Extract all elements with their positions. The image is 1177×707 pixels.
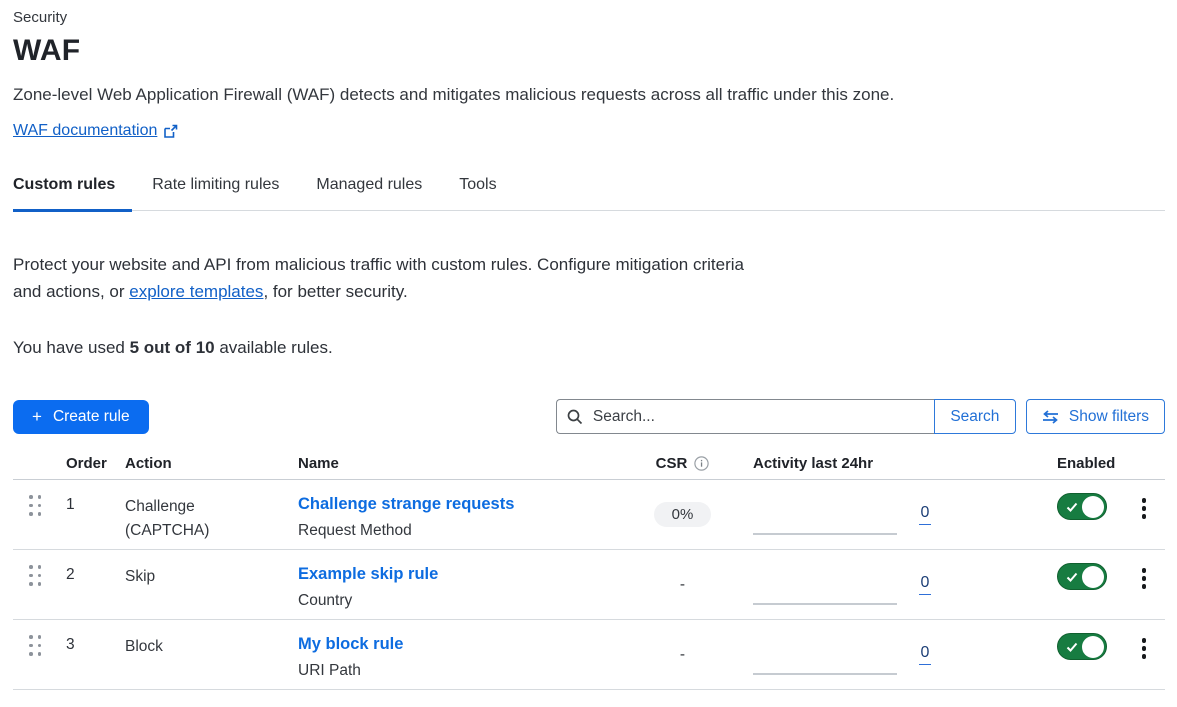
header-enabled: Enabled xyxy=(945,455,1123,472)
page-description: Zone-level Web Application Firewall (WAF… xyxy=(13,85,1165,105)
rule-menu-cell xyxy=(1123,480,1165,549)
table-row: 2 Skip Example skip rule Country - 0 xyxy=(13,550,1165,620)
activity-count-link[interactable]: 0 xyxy=(919,504,932,525)
search-button[interactable]: Search xyxy=(934,399,1016,434)
search-input[interactable] xyxy=(591,407,924,427)
explore-templates-link[interactable]: explore templates xyxy=(129,282,263,301)
enabled-toggle[interactable] xyxy=(1057,563,1107,590)
waf-page: Security WAF Zone-level Web Application … xyxy=(0,0,1177,690)
usage-count: 5 out of 10 xyxy=(130,338,215,357)
rule-field: Request Method xyxy=(298,521,630,541)
rule-name-link[interactable]: Example skip rule xyxy=(298,563,438,585)
header-count-spacer xyxy=(905,455,945,472)
rule-csr: 0% xyxy=(630,480,735,549)
csr-badge: 0% xyxy=(654,502,712,527)
drag-handle-icon[interactable] xyxy=(13,620,58,689)
toolbar-right: Search Show filters xyxy=(556,399,1165,434)
kebab-menu-icon[interactable] xyxy=(1136,496,1153,549)
intro-text: Protect your website and API from malici… xyxy=(13,251,761,305)
kebab-menu-icon[interactable] xyxy=(1136,636,1153,689)
rule-activity-count-cell: 0 xyxy=(905,620,945,689)
rule-activity-sparkline xyxy=(735,480,905,549)
table-row: 3 Block My block rule URI Path - 0 xyxy=(13,620,1165,690)
page-title: WAF xyxy=(13,34,1165,68)
rule-enabled-cell xyxy=(945,480,1123,549)
tab-custom-rules[interactable]: Custom rules xyxy=(13,176,132,212)
show-filters-label: Show filters xyxy=(1069,408,1149,426)
rule-name-link[interactable]: My block rule xyxy=(298,633,403,655)
kebab-menu-icon[interactable] xyxy=(1136,566,1153,619)
rule-activity-count-cell: 0 xyxy=(905,480,945,549)
rule-action: Challenge (CAPTCHA) xyxy=(110,480,285,549)
breadcrumb: Security xyxy=(13,9,1165,26)
rule-order: 1 xyxy=(58,480,110,549)
check-icon xyxy=(1066,572,1078,583)
rule-name-cell: Example skip rule Country xyxy=(285,550,630,619)
intro-after: , for better security. xyxy=(263,282,407,301)
rule-name-cell: My block rule URI Path xyxy=(285,620,630,689)
rule-activity-sparkline xyxy=(735,550,905,619)
swap-arrows-icon xyxy=(1042,410,1059,424)
waf-documentation-link-label: WAF documentation xyxy=(13,122,157,140)
rule-name-link[interactable]: Challenge strange requests xyxy=(298,493,514,515)
rule-menu-cell xyxy=(1123,550,1165,619)
enabled-toggle[interactable] xyxy=(1057,633,1107,660)
rules-toolbar: + Create rule Search Show filters xyxy=(13,399,1165,434)
info-icon[interactable] xyxy=(694,456,709,471)
rule-field: Country xyxy=(298,591,630,611)
header-activity: Activity last 24hr xyxy=(735,455,905,472)
drag-handle-icon[interactable] xyxy=(13,550,58,619)
rule-menu-cell xyxy=(1123,620,1165,689)
check-icon xyxy=(1066,502,1078,513)
header-csr: CSR xyxy=(630,455,735,472)
csr-value: - xyxy=(680,576,685,594)
header-name: Name xyxy=(285,455,630,472)
sparkline xyxy=(753,533,897,535)
search-group: Search xyxy=(556,399,1016,434)
activity-count-link[interactable]: 0 xyxy=(919,574,932,595)
create-rule-label: Create rule xyxy=(53,408,130,426)
table-row: 1 Challenge (CAPTCHA) Challenge strange … xyxy=(13,480,1165,550)
sparkline xyxy=(753,673,897,675)
rule-field: URI Path xyxy=(298,661,630,681)
search-icon xyxy=(567,409,583,425)
rule-name-cell: Challenge strange requests Request Metho… xyxy=(285,480,630,549)
rule-action: Skip xyxy=(110,550,285,619)
rule-enabled-cell xyxy=(945,620,1123,689)
rule-order: 2 xyxy=(58,550,110,619)
csr-value: - xyxy=(680,646,685,664)
activity-count-link[interactable]: 0 xyxy=(919,644,932,665)
tab-rate-limiting-rules[interactable]: Rate limiting rules xyxy=(152,176,296,212)
usage-after: available rules. xyxy=(215,338,333,357)
check-icon xyxy=(1066,642,1078,653)
header-action: Action xyxy=(110,455,285,472)
header-csr-label: CSR xyxy=(656,455,688,472)
rule-csr: - xyxy=(630,620,735,689)
usage-text: You have used 5 out of 10 available rule… xyxy=(13,338,1165,358)
search-box xyxy=(556,399,934,434)
tab-managed-rules[interactable]: Managed rules xyxy=(316,176,439,212)
header-order: Order xyxy=(58,455,110,472)
rule-activity-sparkline xyxy=(735,620,905,689)
rule-csr: - xyxy=(630,550,735,619)
rule-action: Block xyxy=(110,620,285,689)
create-rule-button[interactable]: + Create rule xyxy=(13,400,149,434)
plus-icon: + xyxy=(32,408,42,425)
rules-table: Order Action Name CSR Activity last 24hr… xyxy=(13,455,1165,690)
usage-before: You have used xyxy=(13,338,130,357)
header-handle-spacer xyxy=(13,455,58,472)
sparkline xyxy=(753,603,897,605)
header-menu-spacer xyxy=(1123,455,1165,472)
rule-activity-count-cell: 0 xyxy=(905,550,945,619)
show-filters-button[interactable]: Show filters xyxy=(1026,399,1165,434)
rule-order: 3 xyxy=(58,620,110,689)
enabled-toggle[interactable] xyxy=(1057,493,1107,520)
table-header-row: Order Action Name CSR Activity last 24hr… xyxy=(13,455,1165,480)
tab-bar: Custom rules Rate limiting rules Managed… xyxy=(13,176,1165,211)
rule-enabled-cell xyxy=(945,550,1123,619)
waf-documentation-link[interactable]: WAF documentation xyxy=(13,122,178,140)
drag-handle-icon[interactable] xyxy=(13,480,58,549)
tab-tools[interactable]: Tools xyxy=(459,176,513,212)
external-link-icon xyxy=(163,124,178,139)
